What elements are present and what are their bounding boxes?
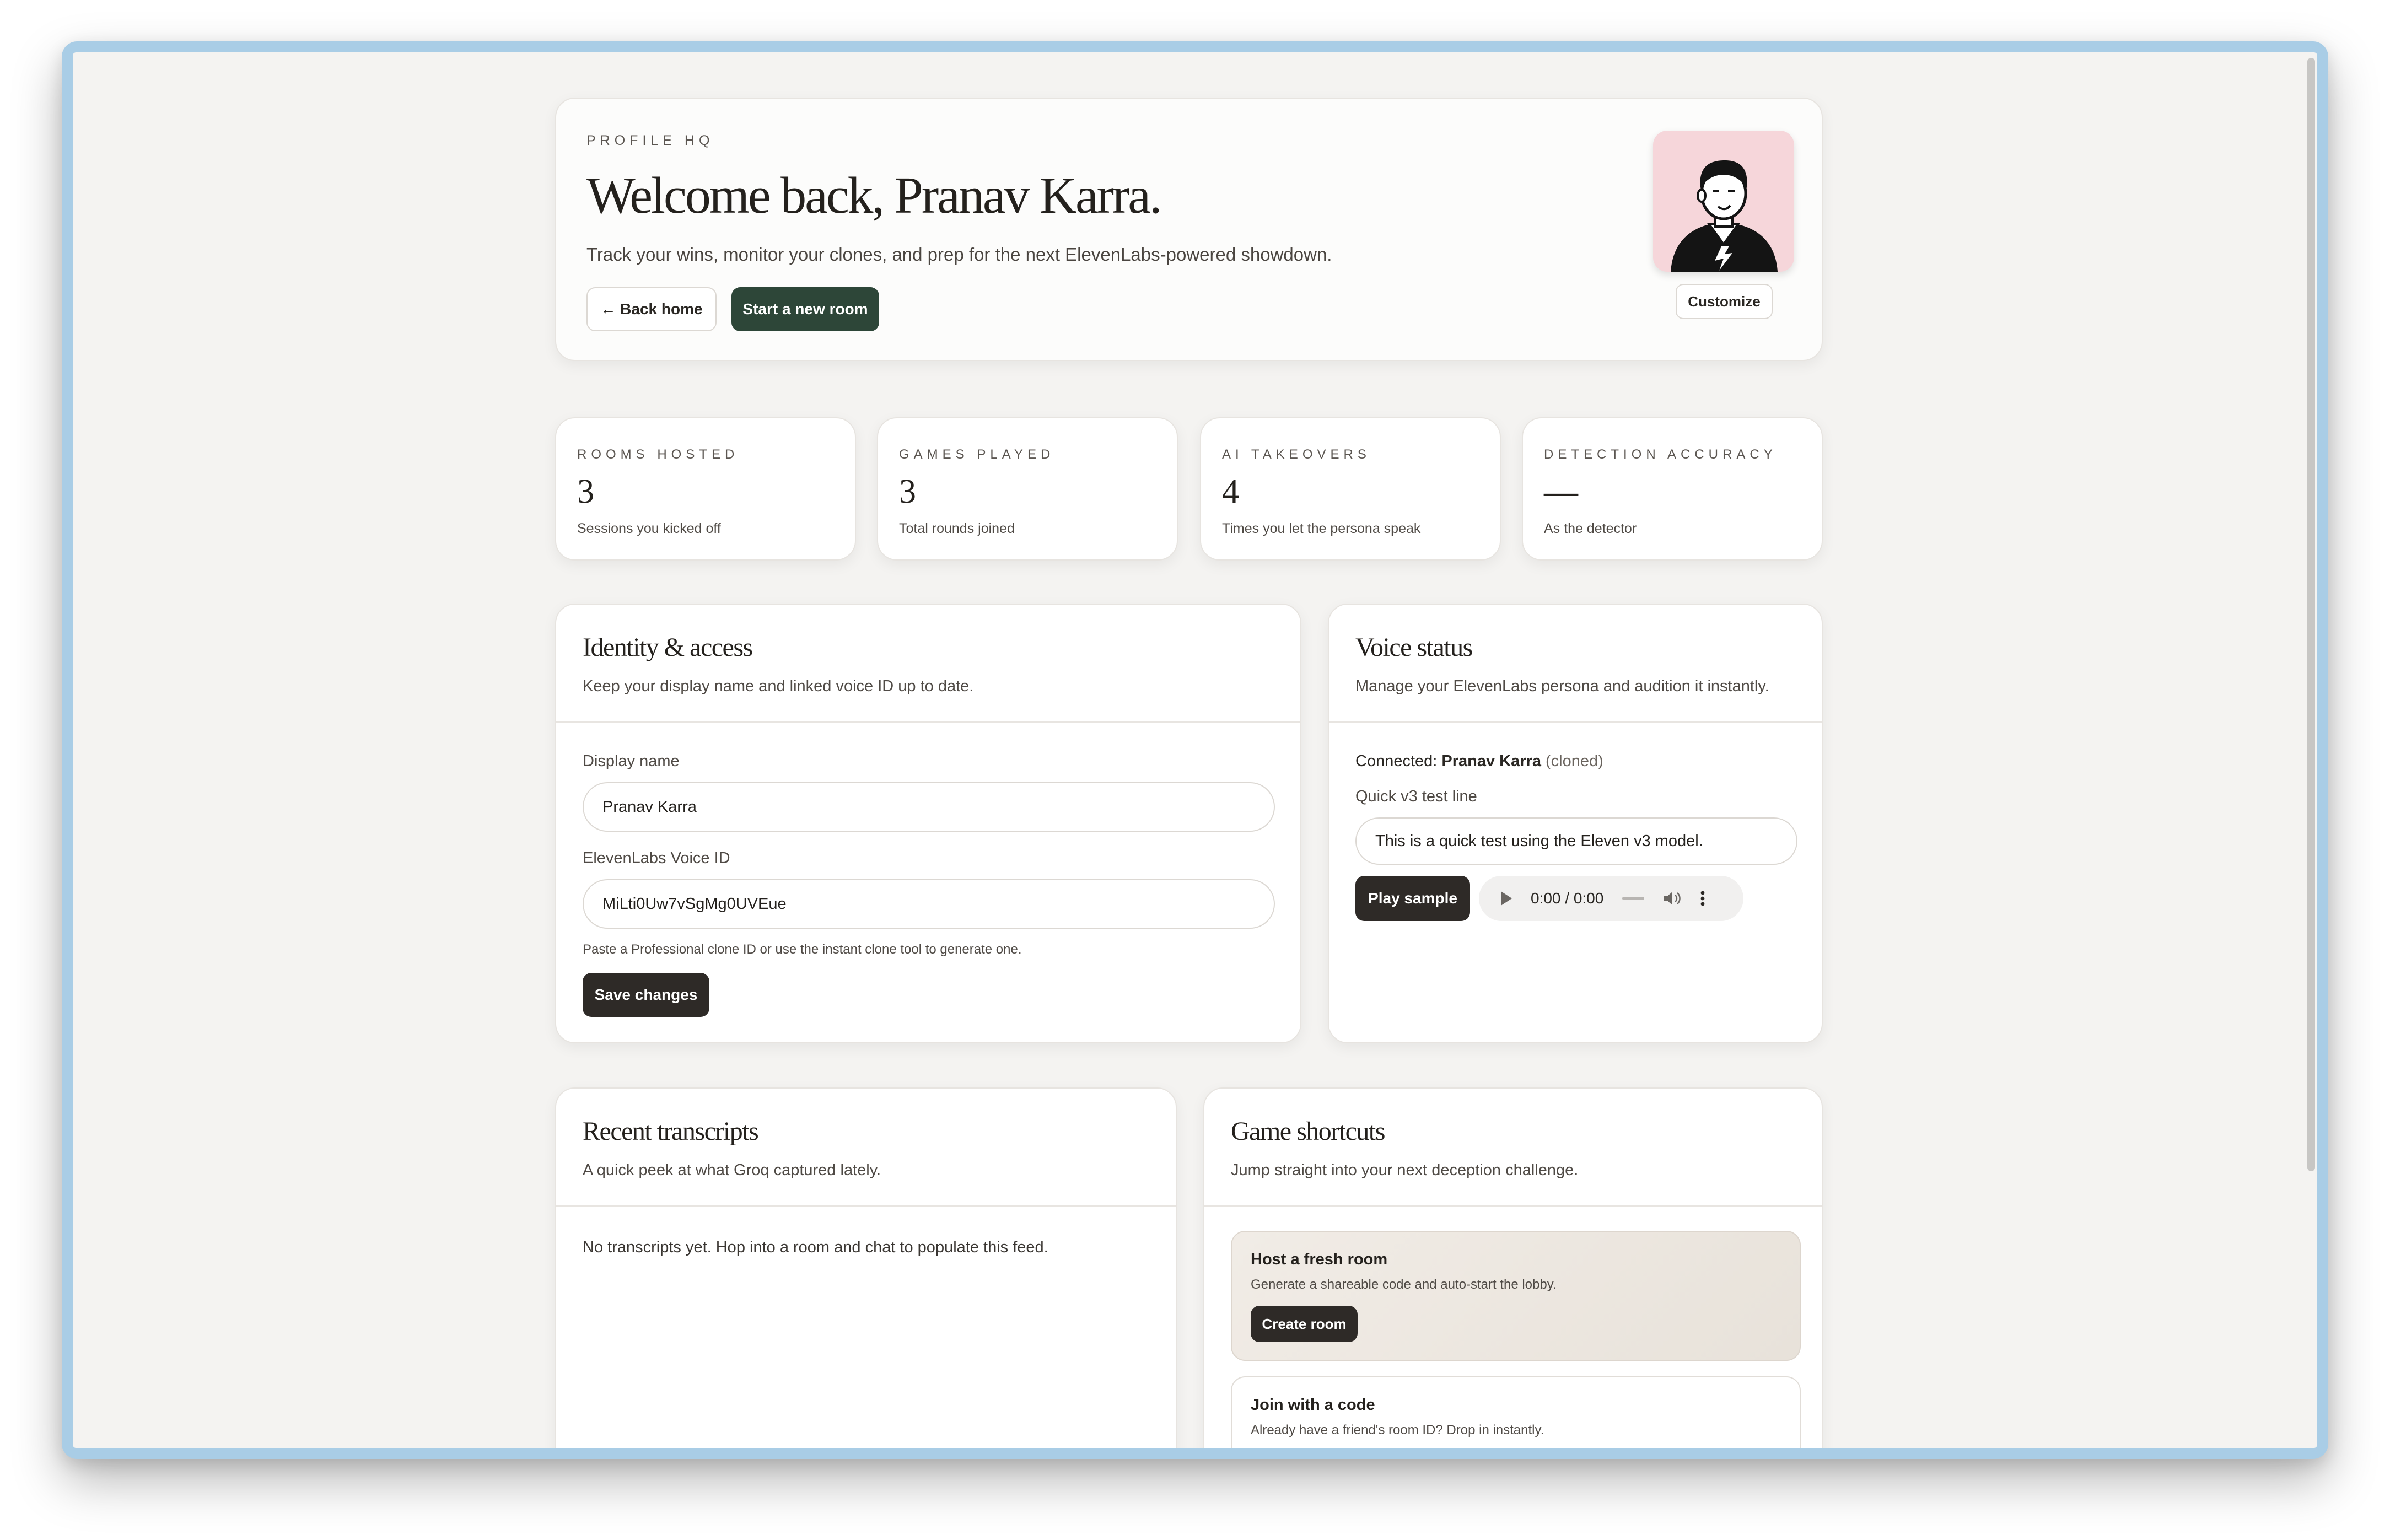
play-icon[interactable]: [1501, 891, 1512, 906]
start-new-room-button[interactable]: Start a new room: [731, 287, 879, 331]
transcripts-panel: Recent transcripts A quick peek at what …: [555, 1087, 1177, 1448]
audio-player: 0:00 / 0:00: [1479, 876, 1743, 921]
page-subtitle: Track your wins, monitor your clones, an…: [586, 244, 1332, 265]
volume-icon[interactable]: [1663, 890, 1682, 907]
stat-label: AI TAKEOVERS: [1222, 447, 1371, 462]
stat-card-detection-accuracy: DETECTION ACCURACY — As the detector: [1522, 417, 1823, 561]
audio-time: 0:00 / 0:00: [1531, 890, 1604, 907]
stat-label: ROOMS HOSTED: [577, 447, 739, 462]
stat-value: 4: [1222, 473, 1239, 510]
stat-caption: As the detector: [1544, 521, 1637, 536]
back-home-button[interactable]: ← Back home: [586, 287, 717, 331]
stat-card-rooms-hosted: ROOMS HOSTED 3 Sessions you kicked off: [555, 417, 856, 561]
panel-subtitle: Manage your ElevenLabs persona and audit…: [1355, 677, 1769, 695]
voice-status-panel: Voice status Manage your ElevenLabs pers…: [1328, 604, 1823, 1043]
panel-title: Recent transcripts: [583, 1117, 759, 1146]
progress-slider[interactable]: [1622, 897, 1645, 900]
display-name-input[interactable]: [602, 798, 1274, 816]
shortcut-subtitle: Generate a shareable code and auto-start…: [1251, 1277, 1557, 1292]
panel-subtitle: A quick peek at what Groq captured latel…: [583, 1161, 881, 1179]
connected-voice-type: (cloned): [1541, 752, 1603, 770]
panel-subtitle: Keep your display name and linked voice …: [583, 677, 974, 695]
test-line-field-wrapper: [1355, 817, 1797, 865]
connected-voice-name: Pranav Karra: [1441, 752, 1541, 770]
connected-prefix: Connected:: [1355, 752, 1442, 770]
panel-title: Identity & access: [583, 633, 753, 662]
voice-id-field-wrapper: [583, 879, 1275, 929]
divider: [556, 721, 1300, 723]
stat-label: DETECTION ACCURACY: [1544, 447, 1777, 462]
game-shortcuts-panel: Game shortcuts Jump straight into your n…: [1203, 1087, 1823, 1448]
customize-button[interactable]: Customize: [1676, 284, 1773, 319]
scrollbar[interactable]: [2307, 58, 2315, 1171]
page-viewport: PROFILE HQ Welcome back, Pranav Karra. T…: [73, 52, 2317, 1448]
stat-value: —: [1544, 473, 1578, 510]
panel-title: Game shortcuts: [1231, 1117, 1385, 1146]
host-fresh-room-card[interactable]: Host a fresh room Generate a shareable c…: [1231, 1231, 1801, 1361]
voice-id-label: ElevenLabs Voice ID: [583, 849, 730, 867]
create-room-button[interactable]: Create room: [1251, 1306, 1358, 1342]
stat-value: 3: [899, 473, 916, 510]
page-title: Welcome back, Pranav Karra.: [586, 167, 1162, 224]
stat-caption: Times you let the persona speak: [1222, 521, 1421, 536]
avatar-illustration: [1671, 160, 1778, 272]
shortcut-subtitle: Already have a friend's room ID? Drop in…: [1251, 1423, 1544, 1437]
browser-window: PROFILE HQ Welcome back, Pranav Karra. T…: [62, 41, 2328, 1459]
display-name-field-wrapper: [583, 782, 1275, 832]
divider: [1204, 1205, 1822, 1207]
voice-id-input[interactable]: [602, 895, 1274, 913]
transcripts-empty-state: No transcripts yet. Hop into a room and …: [583, 1239, 1048, 1256]
panel-title: Voice status: [1355, 633, 1473, 662]
voice-id-hint: Paste a Professional clone ID or use the…: [583, 942, 1022, 957]
divider: [556, 1205, 1176, 1207]
identity-panel: Identity & access Keep your display name…: [555, 604, 1301, 1043]
eyebrow-profile-hq: PROFILE HQ: [586, 133, 714, 148]
hero-card: PROFILE HQ Welcome back, Pranav Karra. T…: [555, 98, 1823, 361]
avatar[interactable]: [1653, 131, 1794, 272]
display-name-label: Display name: [583, 752, 680, 770]
panel-subtitle: Jump straight into your next deception c…: [1231, 1161, 1579, 1179]
save-changes-button[interactable]: Save changes: [583, 973, 709, 1017]
stat-caption: Sessions you kicked off: [577, 521, 721, 536]
stat-card-games-played: GAMES PLAYED 3 Total rounds joined: [877, 417, 1178, 561]
play-sample-button[interactable]: Play sample: [1355, 876, 1470, 921]
stat-caption: Total rounds joined: [899, 521, 1015, 536]
stat-card-ai-takeovers: AI TAKEOVERS 4 Times you let the persona…: [1200, 417, 1501, 561]
divider: [1329, 721, 1822, 723]
join-with-code-card[interactable]: Join with a code Already have a friend's…: [1231, 1376, 1801, 1448]
test-line-label: Quick v3 test line: [1355, 788, 1477, 805]
shortcut-title: Join with a code: [1251, 1396, 1375, 1414]
stat-value: 3: [577, 473, 594, 510]
shortcut-title: Host a fresh room: [1251, 1251, 1388, 1268]
test-line-input[interactable]: [1375, 832, 1796, 850]
connected-status: Connected: Pranav Karra (cloned): [1355, 752, 1603, 771]
stat-label: GAMES PLAYED: [899, 447, 1055, 462]
more-options-icon[interactable]: [1700, 890, 1705, 907]
